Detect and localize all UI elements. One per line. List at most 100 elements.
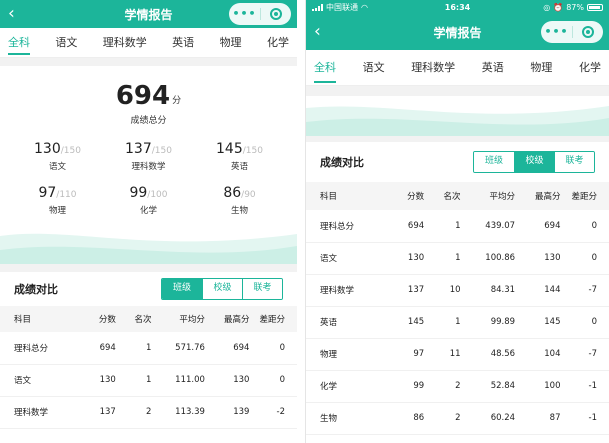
table-cell: 11 [424,338,461,371]
tab-all[interactable]: 全科 [8,28,30,58]
table-cell: 60.24 [460,402,516,435]
table-row: 理科总分 694 1 571.76 694 0 [0,332,297,365]
chevron-left-icon[interactable]: ‹ [8,5,15,23]
left-phone-screen: ‹ 学情报告 ••• 全科 语文 理科数学 英语 物理 化学 694 分 成绩总… [0,0,297,443]
segment-school[interactable]: 校级 [514,152,554,172]
tab-chinese[interactable]: 语文 [55,28,77,58]
target-circle-icon[interactable] [573,26,603,38]
tab-physics[interactable]: 物理 [530,50,552,86]
subject-score-max: /150 [242,146,263,156]
score-summary: 694 分 成绩总分 [0,66,297,126]
subject-score-grid: 130/150 语文 137/150 理科数学 145/150 英语 97/11… [0,126,297,216]
subject-score-value: 99 [129,185,148,201]
tab-math[interactable]: 理科数学 [103,28,147,58]
segment-school[interactable]: 校级 [202,279,242,299]
table-cell: -7 [560,338,609,371]
table-cell: 571.76 [151,332,205,365]
tab-chinese[interactable]: 语文 [363,50,385,86]
total-score-unit: 分 [172,96,182,106]
tab-physics[interactable]: 物理 [220,28,242,58]
table-cell: 113.39 [151,396,205,429]
table-cell: 2 [424,370,461,403]
column-header: 差距分 [249,306,297,332]
lock-rotation-icon: ◎ [543,2,551,12]
subject-score-biology: 86/90 生物 [194,182,285,216]
tab-math[interactable]: 理科数学 [411,50,455,86]
table-row: 物理 97 11 48.56 104 -7 [306,338,609,371]
table-row: 理科总分 694 1 439.07 694 0 [306,210,609,243]
scope-segmented-control: 班级 校级 联考 [161,278,283,300]
table-cell: 52.84 [460,370,516,403]
right-phone-screen: 中国联通 ◠ 16:34 ◎ ⏰ 87% ‹ 学情报告 ••• 全科 语文 理科… [305,0,609,443]
tab-all[interactable]: 全科 [314,50,336,86]
tab-chemistry[interactable]: 化学 [579,50,601,86]
table-cell: 145 [515,306,561,339]
table-cell: 100.86 [460,242,516,275]
segment-joint-exam[interactable]: 联考 [242,279,282,299]
more-dots-icon[interactable]: ••• [541,21,572,43]
wifi-icon: ◠ [361,2,368,12]
total-score: 694 [115,81,171,111]
column-header: 最高分 [515,182,561,210]
total-score-label: 成绩总分 [130,116,167,126]
table-cell: 694 [204,332,250,365]
table-cell: 139 [204,396,250,429]
subject-score-value: 97 [38,185,57,201]
table-cell: 理科数学 [0,396,78,429]
mini-program-capsule: ••• [541,21,603,43]
column-header: 名次 [115,306,152,332]
tab-english[interactable]: 英语 [482,50,504,86]
segment-joint-exam[interactable]: 联考 [554,152,594,172]
column-header: 平均分 [151,306,205,332]
page-title: 学情报告 [124,7,173,22]
table-cell: 10 [424,274,461,307]
column-header: 分数 [77,306,116,332]
decorative-wave [306,106,609,136]
table-cell: 130 [77,364,116,397]
table-cell: 130 [204,364,250,397]
battery-icon [587,3,603,11]
subject-score-value: 137 [125,141,152,157]
signal-icon [312,3,323,11]
table-cell: 1 [424,306,461,339]
subject-score-max: /150 [151,146,172,156]
table-header-row: 科目 分数 名次 平均分 最高分 差距分 [0,306,297,332]
comparison-header: 成绩对比 班级 校级 联考 [306,142,609,182]
section-divider [0,58,297,66]
table-cell: 1 [424,242,461,275]
segment-class[interactable]: 班级 [474,152,514,172]
subject-score-english: 145/150 英语 [194,138,285,172]
table-row: 语文 130 1 111.00 130 0 [0,364,297,397]
table-cell: -1 [560,370,609,403]
title-bar: ‹ 学情报告 ••• [0,0,297,28]
table-cell: 694 [77,332,116,365]
table-cell: 1 [424,210,461,243]
target-circle-icon[interactable] [261,8,291,20]
more-dots-icon[interactable]: ••• [229,3,260,25]
alarm-icon: ⏰ [553,2,564,12]
battery-percent: 87% [566,2,584,12]
section-divider [0,264,297,272]
comparison-title: 成绩对比 [14,283,58,296]
table-cell: 理科总分 [0,332,78,365]
table-header-row: 科目 分数 名次 平均分 最高分 差距分 [306,182,609,210]
segment-class[interactable]: 班级 [162,279,202,299]
table-row: 理科数学 137 2 113.39 139 -2 [0,396,297,429]
table-row: 生物 86 2 60.24 87 -1 [306,402,609,435]
title-bar: ‹ 学情报告 ••• [306,14,609,50]
column-header: 科目 [306,182,385,210]
table-cell: 100 [515,370,561,403]
tab-english[interactable]: 英语 [172,28,194,58]
table-cell: 2 [115,396,152,429]
subject-score-math: 137/150 理科数学 [103,138,194,172]
decorative-wave [0,233,297,264]
column-header: 平均分 [460,182,516,210]
total-score-line: 694 分 [0,82,297,110]
table-cell: 0 [560,306,609,339]
subject-name: 生物 [230,206,248,216]
table-cell: 84.31 [460,274,516,307]
subject-score-max: /110 [56,190,77,200]
table-cell: -2 [249,396,297,429]
tab-chemistry[interactable]: 化学 [267,28,289,58]
chevron-left-icon[interactable]: ‹ [314,23,321,41]
